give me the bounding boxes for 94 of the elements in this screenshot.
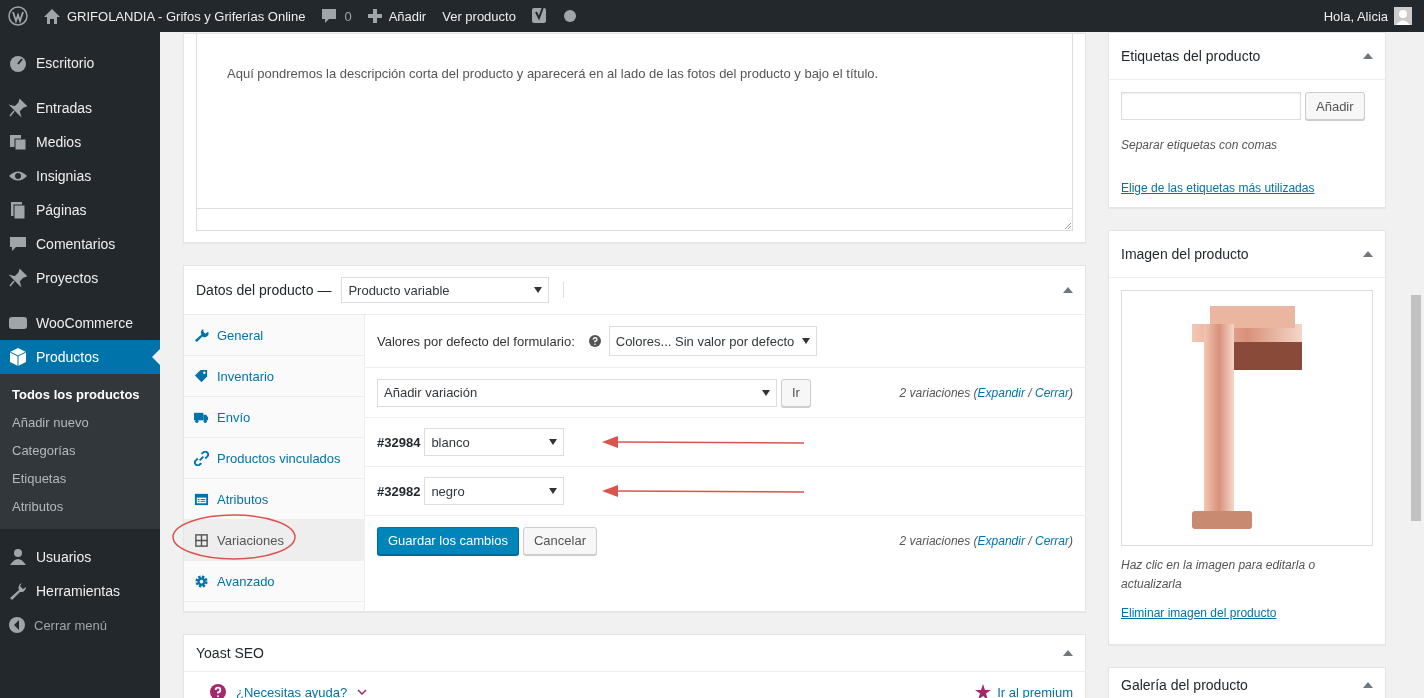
plus-icon [367,9,382,23]
panel-title: Galería del producto [1121,677,1249,693]
yoast-logo-icon[interactable] [531,6,548,26]
sidebar-item[interactable]: Entradas [0,91,160,125]
tab[interactable]: General [184,315,364,356]
speech-bubble-icon [8,234,28,254]
sidebar-item[interactable]: Insignias [0,159,160,193]
wrench-icon [194,327,209,343]
view-product-link[interactable]: Ver producto [442,8,516,24]
gear-icon [194,573,209,589]
tab[interactable]: Avanzado [184,561,364,602]
collapse-toggle-icon[interactable] [1363,251,1373,257]
defaults-label: Valores por defecto del formulario: [377,333,575,349]
variation-select[interactable]: negro [424,477,565,505]
go-button[interactable]: Ir [781,378,811,407]
remove-image-link[interactable]: Eliminar imagen del producto [1121,606,1277,620]
home-icon [44,8,60,24]
variation-count: 2 variaciones (Expandir / Cerrar) [899,385,1073,400]
close-link[interactable]: Cerrar [1035,385,1069,400]
sidebar-item[interactable]: WooCommerce [0,306,160,340]
variation-id: #32984 [377,434,421,450]
tags-hint: Separar etiquetas con comas [1121,137,1279,154]
media-icon [8,132,28,152]
caret-icon [549,488,558,494]
sidebar-item[interactable]: Herramientas [0,574,160,608]
caret-icon [549,439,558,445]
users-icon [8,547,28,567]
variation-id: #32982 [377,483,421,499]
wrench-icon [8,581,28,601]
gauge-icon [8,53,28,73]
sidebar-item[interactable]: Medios [0,125,160,159]
add-tag-button[interactable]: Añadir [1305,92,1365,120]
sidebar-item[interactable]: Usuarios [0,540,160,574]
add-new-link[interactable]: Añadir [388,8,427,24]
grid-icon [194,532,209,548]
caret-icon [762,389,770,396]
tag-icon [194,368,209,384]
short-description-field[interactable]: Aquí pondremos la descripción corta del producto y aparecerá en al lado de las fotos del producto y bajo el título. [196,34,1073,231]
wordpress-logo-icon[interactable] [8,6,28,26]
status-dot-icon [563,10,576,22]
panel-title: Datos del producto — [196,282,332,298]
variation-count: 2 variaciones (Expandir / Cerrar) [899,533,1073,548]
speech-bubble-icon [321,8,338,24]
tab[interactable]: Variaciones [184,520,364,561]
collapse-toggle-icon[interactable] [1363,682,1373,688]
submenu-item[interactable]: Categorías [0,437,160,465]
site-name-link[interactable]: GRIFOLANDIA - Grifos y Griferías Online [67,8,306,24]
tag-input-field[interactable] [1121,92,1301,120]
scrollbar-thumb[interactable] [1411,295,1421,521]
submenu-item[interactable]: Etiquetas [0,465,160,493]
caret-icon [534,287,543,293]
help-icon[interactable] [588,335,601,347]
sidebar-item[interactable]: Productos [0,340,160,374]
submenu-item[interactable]: Todos los productos [0,381,160,409]
pages-icon [8,200,28,220]
most-used-tags-link[interactable]: Elige de las etiquetas más utilizadas [1121,181,1315,195]
collapse-menu-button[interactable]: Cerrar menú [0,608,160,642]
chevron-down-icon[interactable] [357,689,368,695]
cancel-button[interactable]: Cancelar [522,526,597,555]
pushpin-icon [8,98,28,118]
close-link[interactable]: Cerrar [1035,533,1069,548]
link-icon [194,450,209,466]
collapse-toggle-icon[interactable] [1063,287,1073,293]
default-color-select[interactable]: Colores... Sin valor por defecto [608,326,818,356]
sidebar-item[interactable]: Escritorio [0,46,160,80]
box-icon [8,347,28,367]
expand-link[interactable]: Expandir [977,385,1025,400]
submenu-item[interactable]: Atributos [0,493,160,521]
panel-title: Etiquetas del producto [1121,48,1262,64]
expand-link[interactable]: Expandir [977,533,1025,548]
product-type-select[interactable]: Producto variable [341,277,550,303]
product-photo[interactable] [1121,290,1373,546]
sidebar-item[interactable]: Comentarios [0,227,160,261]
sidebar-item[interactable]: Proyectos [0,261,160,295]
pushpin-icon [8,268,28,288]
variation-select[interactable]: blanco [424,428,565,456]
star-icon [975,684,992,698]
panel-title: Imagen del producto [1121,246,1250,262]
save-changes-button[interactable]: Guardar los cambios [377,526,519,555]
tab[interactable]: Envío [184,397,364,438]
list-window-icon [194,491,209,507]
comments-count[interactable]: 0 [344,8,352,24]
tab[interactable]: Inventario [184,356,364,397]
bulk-action-select[interactable]: Añadir variación [377,378,777,407]
sidebar-item[interactable]: Páginas [0,193,160,227]
tab[interactable]: Productos vinculados [184,438,364,479]
greeting-text[interactable]: Hola, Alicia [1323,8,1388,24]
image-hint: Haz clic en la imagen para editarla o actualizarla [1121,557,1317,593]
submenu-item[interactable]: Añadir nuevo [0,409,160,437]
collapse-toggle-icon[interactable] [1363,53,1373,59]
panel-title: Yoast SEO [196,645,265,661]
resize-handle-icon[interactable] [1062,220,1072,230]
caret-icon [802,338,811,344]
collapse-toggle-icon[interactable] [1063,650,1073,656]
